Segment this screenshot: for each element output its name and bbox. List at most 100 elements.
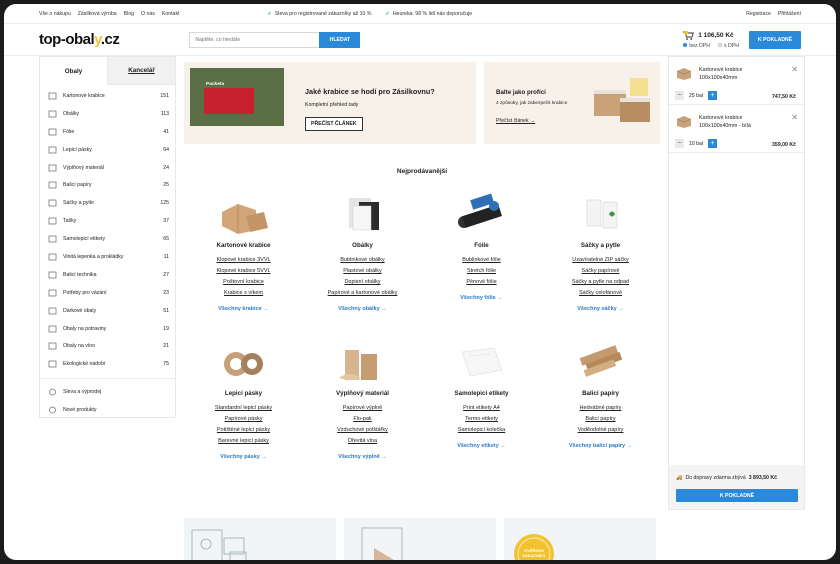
info-card-2[interactable] <box>344 518 496 560</box>
product-image[interactable] <box>216 192 272 236</box>
sidebar-item[interactable]: Ekologické nádobí 75 <box>40 355 175 373</box>
remove-item-icon[interactable]: ✕ <box>791 113 798 122</box>
tab-office[interactable]: Kancelář <box>107 57 175 85</box>
show-all-link[interactable]: Všechny pásky → <box>220 454 267 460</box>
banner-pack-like-pro[interactable]: Balte jako profíci 4 způsoby, jak zabezp… <box>484 62 660 144</box>
quantity-value[interactable]: 10 bal <box>684 141 708 147</box>
subcategory-link[interactable]: Uzavíratelné ZIP sáčky <box>572 257 628 263</box>
search-input[interactable] <box>189 31 320 48</box>
product-category-name[interactable]: Balicí papíry <box>582 390 619 397</box>
checkout-button[interactable]: K POKLADNĚ <box>676 489 798 502</box>
subcategory-link[interactable]: Sáčky celofánové <box>579 290 622 296</box>
subcategory-link[interactable]: Krabice s víkem <box>224 290 263 296</box>
banner-read-link[interactable]: Přečíst článek → <box>496 118 535 124</box>
subcategory-link[interactable]: Voděodolné papíry <box>578 427 624 433</box>
sidebar-item[interactable]: Lepicí pásky 64 <box>40 141 175 159</box>
show-all-link[interactable]: Všechny etikety → <box>457 443 506 449</box>
subcategory-link[interactable]: Poštovní krabice <box>223 279 264 285</box>
subcategory-link[interactable]: Termo etikety <box>465 416 498 422</box>
subcategory-link[interactable]: Klopové krabice 5VVL <box>216 268 270 274</box>
sidebar-item[interactable]: Balicí papíry 25 <box>40 176 175 194</box>
info-card-3[interactable]: OVĚŘENO ZÁKAZNÍKY <box>504 518 656 560</box>
product-category-name[interactable]: Fólie <box>474 242 488 249</box>
vat-excl-toggle[interactable]: bez DPH <box>683 43 710 49</box>
product-category-name[interactable]: Výplňový materiál <box>336 390 389 397</box>
sidebar-item[interactable]: Obálky 113 <box>40 105 175 123</box>
banner-read-button[interactable]: PŘEČÍST ČLÁNEK <box>305 117 363 131</box>
product-image[interactable] <box>335 340 391 384</box>
header-checkout-button[interactable]: K POKLADNĚ <box>749 30 801 49</box>
show-all-link[interactable]: Všechny obálky → <box>338 306 387 312</box>
subcategory-link[interactable]: Balicí papíry <box>585 416 615 422</box>
sidebar-item[interactable]: Balicí technika 27 <box>40 266 175 284</box>
product-category-name[interactable]: Kartonové krabice <box>217 242 271 249</box>
show-all-link[interactable]: Všechny krabice → <box>218 306 268 312</box>
subcategory-link[interactable]: Plastové obálky <box>343 268 382 274</box>
register-link[interactable]: Registrace <box>746 11 771 17</box>
sidebar-item[interactable]: Výplňový materiál 24 <box>40 159 175 177</box>
sidebar-item[interactable]: Samolepicí etikety 65 <box>40 230 175 248</box>
subcategory-link[interactable]: Dopisní obálky <box>344 279 380 285</box>
sidebar-item[interactable]: Obaly na potraviny 19 <box>40 320 175 338</box>
cart-total[interactable]: 2 1 106,50 Kč bez DPH s DPH <box>683 30 739 49</box>
search-button[interactable]: HLEDAT <box>319 31 361 48</box>
logo[interactable]: top-obaly.cz <box>39 31 120 48</box>
sidebar-item[interactable]: Vinitá lepenka a prokládky 11 <box>40 248 175 266</box>
subcategory-link[interactable]: Papírové pásky <box>225 416 263 422</box>
product-image[interactable] <box>573 340 629 384</box>
cart-item-name[interactable]: Kartonové krabice 100x100x40mm - bílá <box>699 114 779 130</box>
product-image[interactable] <box>216 340 272 384</box>
product-category-name[interactable]: Obálky <box>352 242 373 249</box>
decrease-button[interactable]: − <box>675 139 684 148</box>
product-image[interactable] <box>454 340 510 384</box>
subcategory-link[interactable]: Pěnové fólie <box>466 279 496 285</box>
top-link-blog[interactable]: Blog <box>124 11 134 17</box>
subcategory-link[interactable]: Bublinkové fólie <box>462 257 501 263</box>
product-category-name[interactable]: Samolepicí etikety <box>455 390 509 397</box>
info-card-1[interactable] <box>184 518 336 560</box>
sidebar-extra-item[interactable]: Sleva a výprodej <box>40 383 175 401</box>
subcategory-link[interactable]: Flo-pak <box>353 416 371 422</box>
product-category-name[interactable]: Sáčky a pytle <box>581 242 620 249</box>
subcategory-link[interactable]: Standardní lepicí pásky <box>215 405 272 411</box>
top-link-contact[interactable]: Kontakt <box>162 11 180 17</box>
product-image[interactable] <box>335 192 391 236</box>
vat-incl-toggle[interactable]: s DPH <box>718 43 739 49</box>
top-link-custom-production[interactable]: Zásilková výroba <box>78 11 117 17</box>
subcategory-link[interactable]: Klopové krabice 3VVL <box>216 257 270 263</box>
subcategory-link[interactable]: Stretch fólie <box>467 268 496 274</box>
subcategory-link[interactable]: Bublinkové obálky <box>340 257 384 263</box>
subcategory-link[interactable]: Print etikety A4 <box>463 405 500 411</box>
sidebar-item[interactable]: Sáčky a pytle 125 <box>40 194 175 212</box>
sidebar-item[interactable]: Tašky 37 <box>40 212 175 230</box>
show-all-link[interactable]: Všechny fólie → <box>460 295 503 301</box>
remove-item-icon[interactable]: ✕ <box>791 65 798 74</box>
show-all-link[interactable]: Všechny sáčky → <box>577 306 623 312</box>
subcategory-link[interactable]: Sáčky a pytle na odpad <box>572 279 629 285</box>
show-all-link[interactable]: Všechny výplně → <box>338 454 387 460</box>
subcategory-link[interactable]: Samolepicí kolečka <box>458 427 505 433</box>
banner-zasilkovna[interactable]: Packeta Jaké krabice se hodí pro Zásilko… <box>184 62 476 144</box>
show-all-link[interactable]: Všechny balicí papíry → <box>569 443 632 449</box>
subcategory-link[interactable]: Potištěné lepicí pásky <box>217 427 270 433</box>
product-image[interactable] <box>454 192 510 236</box>
sidebar-extra-item[interactable]: Nové produkty <box>40 401 175 419</box>
subcategory-link[interactable]: Barevné lepicí pásky <box>218 438 269 444</box>
top-link-about-shopping[interactable]: Vše o nákupu <box>39 11 71 17</box>
subcategory-link[interactable]: Vzduchové polštářky <box>337 427 388 433</box>
sidebar-item[interactable]: Obaly na víno 21 <box>40 337 175 355</box>
sidebar-item[interactable]: Fólie 41 <box>40 123 175 141</box>
increase-button[interactable]: + <box>708 139 717 148</box>
decrease-button[interactable]: − <box>675 91 684 100</box>
subcategory-link[interactable]: Sáčky papírové <box>582 268 620 274</box>
subcategory-link[interactable]: Hedvábné papíry <box>580 405 622 411</box>
sidebar-item[interactable]: Dárkové obaly 51 <box>40 302 175 320</box>
product-category-name[interactable]: Lepicí pásky <box>225 390 262 397</box>
increase-button[interactable]: + <box>708 91 717 100</box>
tab-packaging[interactable]: Obaly <box>40 57 107 85</box>
quantity-value[interactable]: 25 bal <box>684 93 708 99</box>
subcategory-link[interactable]: Dřevitá vlna <box>348 438 377 444</box>
subcategory-link[interactable]: Papírové a kartonové obálky <box>328 290 398 296</box>
subcategory-link[interactable]: Papírové výplně <box>343 405 382 411</box>
sidebar-item[interactable]: Kartonové krabice 151 <box>40 87 175 105</box>
